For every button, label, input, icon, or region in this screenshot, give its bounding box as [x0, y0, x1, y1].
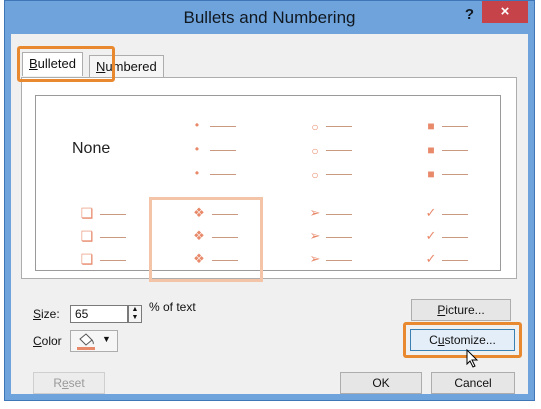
hollow-square-bullet-icon: ❏ — [80, 205, 94, 221]
checkmark-bullet-icon: ✓ — [425, 228, 437, 243]
dialog-body: Bulleted Numbered None • • • ○ ○ ○ ■ ■ ■… — [11, 34, 528, 394]
arrow-bullet-icon: ➢ — [309, 228, 321, 243]
bullet-line — [210, 150, 236, 151]
none-label: None — [72, 140, 111, 157]
spin-down-icon[interactable]: ▼ — [129, 314, 141, 322]
bullet-line — [326, 150, 352, 151]
arrow-bullet-icon: ➢ — [309, 205, 321, 220]
dot-bullet-icon: • — [194, 118, 200, 132]
reset-button[interactable]: Reset — [33, 372, 105, 394]
bullet-line — [210, 174, 236, 175]
size-spinner[interactable]: ▲ ▼ — [128, 305, 142, 323]
circle-bullet-icon: ○ — [311, 168, 319, 182]
bullet-line — [100, 214, 126, 215]
bullet-option-square[interactable]: ■ ■ ■ — [384, 96, 500, 182]
hollow-square-bullet-icon: ❏ — [80, 251, 94, 267]
bullet-line — [210, 126, 236, 127]
bullet-line — [442, 150, 468, 151]
dot-bullet-icon: • — [194, 166, 200, 180]
color-picker-button[interactable]: ▼ — [70, 330, 118, 352]
square-bullet-icon: ■ — [427, 167, 435, 181]
tab-panel: None • • • ○ ○ ○ ■ ■ ■ ❏ ❏ ❏ ❖ ❖ ❖ ➢ ➢ ➢… — [21, 77, 517, 282]
customize-highlight — [403, 322, 522, 358]
arrow-bullet-icon: ➢ — [309, 251, 321, 266]
bullet-line — [442, 126, 468, 127]
square-bullet-icon: ■ — [427, 143, 435, 157]
title-bar[interactable]: Bullets and Numbering ? × — [5, 1, 534, 33]
bullet-option-arrow[interactable]: ➢ ➢ ➢ — [268, 184, 384, 270]
bullet-gallery: None • • • ○ ○ ○ ■ ■ ■ ❏ ❏ ❏ ❖ ❖ ❖ ➢ ➢ ➢… — [35, 95, 501, 282]
bullet-option-small-dot[interactable]: • • • — [152, 96, 268, 182]
bullet-option-checkmark[interactable]: ✓ ✓ ✓ — [384, 184, 500, 270]
bullet-line — [442, 214, 468, 215]
square-bullet-icon: ■ — [427, 119, 435, 133]
checkmark-bullet-icon: ✓ — [425, 205, 437, 220]
bullet-line — [442, 237, 468, 238]
dialog-title: Bullets and Numbering — [183, 8, 356, 27]
cancel-button[interactable]: Cancel — [431, 372, 515, 394]
circle-bullet-icon: ○ — [311, 120, 319, 134]
tab-highlight — [17, 46, 115, 82]
bullet-line — [326, 174, 352, 175]
bullet-line — [100, 237, 126, 238]
chevron-down-icon: ▼ — [102, 334, 111, 344]
paint-bucket-icon — [77, 333, 95, 350]
selected-bullet-highlight — [149, 197, 263, 282]
bullet-line — [326, 126, 352, 127]
bullet-line — [442, 260, 468, 261]
size-label: Size: — [33, 307, 60, 321]
bullet-line — [326, 260, 352, 261]
close-button[interactable]: × — [482, 1, 528, 23]
spin-up-icon[interactable]: ▲ — [129, 306, 141, 314]
hollow-square-bullet-icon: ❏ — [80, 228, 94, 244]
color-label: Color — [33, 334, 62, 348]
checkmark-bullet-icon: ✓ — [425, 251, 437, 266]
bullet-line — [326, 237, 352, 238]
bullet-line — [442, 174, 468, 175]
bullet-option-hollow-circle[interactable]: ○ ○ ○ — [268, 96, 384, 182]
circle-bullet-icon: ○ — [311, 144, 319, 158]
mouse-cursor-icon — [466, 349, 479, 368]
bullet-line — [100, 260, 126, 261]
help-button[interactable]: ? — [465, 6, 474, 23]
dialog-window: Bullets and Numbering ? × Bulleted Numbe… — [4, 0, 535, 401]
bullet-line — [326, 214, 352, 215]
picture-button[interactable]: Picture... — [411, 299, 511, 321]
percent-of-text-label: % of text — [149, 300, 196, 314]
size-input[interactable]: 65 — [70, 305, 128, 323]
bullet-option-hollow-square[interactable]: ❏ ❏ ❏ — [36, 184, 152, 270]
bullet-option-none[interactable]: None — [36, 96, 152, 182]
dot-bullet-icon: • — [194, 142, 200, 156]
ok-button[interactable]: OK — [340, 372, 422, 394]
